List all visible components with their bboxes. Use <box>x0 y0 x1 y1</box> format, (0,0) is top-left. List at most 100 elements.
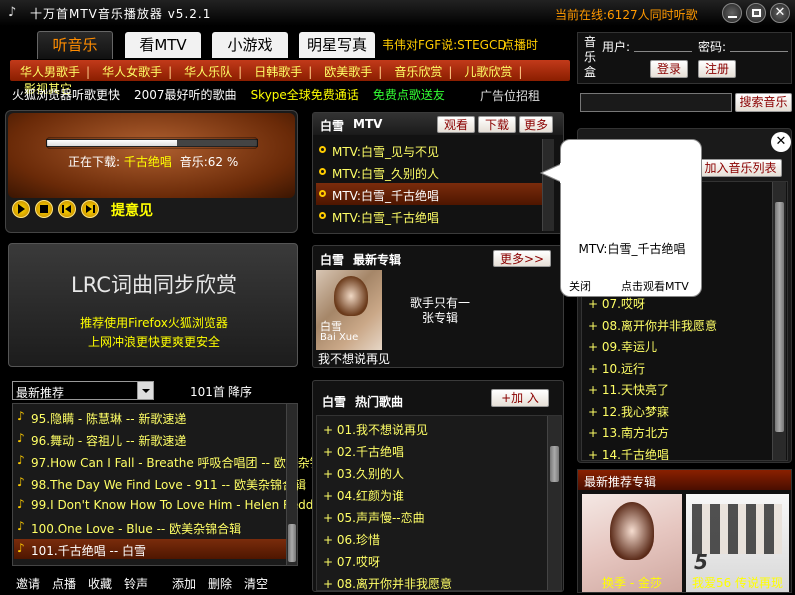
playlist-dropdown[interactable]: 最新推荐 <box>12 381 154 400</box>
mtv-row[interactable]: MTV:白雪_久别的人 <box>316 161 542 183</box>
password-field[interactable] <box>730 37 788 52</box>
category-item[interactable]: 日韩歌手 <box>254 63 302 80</box>
playlist-row[interactable]: ♪ 97.How Can I Fall - Breathe 呼吸合唱团 -- 欧美… <box>14 451 346 471</box>
album-label: 最新专辑 <box>353 253 402 267</box>
popup-close-link[interactable]: 关闭 <box>569 278 591 294</box>
recommend-album-2[interactable]: 5 我爱56 传说再现 <box>686 494 789 592</box>
right-list-row[interactable]: + 10.远行 <box>585 357 770 377</box>
register-button[interactable]: 注册 <box>698 60 736 78</box>
hot-singer: 白雪 <box>322 395 347 409</box>
hot-song-row[interactable]: + 08.离开你并非我愿意 <box>319 572 545 592</box>
play-button[interactable] <box>12 200 30 218</box>
category-item[interactable]: 华人男歌手 <box>20 63 80 80</box>
next-button[interactable] <box>81 200 99 218</box>
recommend-album-1[interactable]: 换季 - 金莎 <box>582 494 682 592</box>
mtv-row[interactable]: MTV:白雪_千古绝唱 <box>316 205 542 227</box>
feedback-link[interactable]: 提意见 <box>111 200 153 220</box>
tab-photos[interactable]: 明星写真 <box>299 32 375 58</box>
hot-song-row[interactable]: + 06.珍惜 <box>319 528 545 548</box>
username-field[interactable] <box>634 37 692 52</box>
hot-song-row[interactable]: + 03.久别的人 <box>319 462 545 482</box>
playlist-action-button[interactable]: 铃声 <box>124 575 148 592</box>
ticker-item[interactable]: 免费点歌送友 <box>373 86 445 103</box>
mtv-row[interactable]: MTV:白雪_千古绝唱 <box>316 183 542 205</box>
right-list-row[interactable]: + 12.我心梦寐 <box>585 400 770 420</box>
mtv-watch-button[interactable]: 观看 <box>437 116 475 133</box>
album-cover[interactable]: 白雪 Bai Xue <box>316 270 382 350</box>
right-list-row[interactable]: + 09.幸运儿 <box>585 335 770 355</box>
playlist-action-button[interactable]: 邀请 <box>16 575 40 592</box>
tab-mtv[interactable]: 看MTV <box>125 32 201 58</box>
category-item[interactable]: 音乐欣赏 <box>394 63 442 80</box>
right-list-row[interactable]: + 14.千古绝唱 <box>585 443 770 461</box>
mtv-row-text: MTV:白雪_千古绝唱 <box>332 211 439 225</box>
hot-song-row[interactable]: + 07.哎呀 <box>319 550 545 570</box>
playlist-action-button[interactable]: 收藏 <box>88 575 112 592</box>
hot-scroll-thumb[interactable] <box>550 446 559 482</box>
right-list-row[interactable]: + 11.天快亮了 <box>585 378 770 398</box>
hot-song-text: + 01.我不想说再见 <box>323 423 428 437</box>
album-name[interactable]: 我不想说再见 <box>318 350 390 367</box>
music-note-icon: ♪ <box>17 453 25 467</box>
ticker-item[interactable]: 2007最好听的歌曲 <box>134 86 237 103</box>
popup-watch-link[interactable]: 点击观看MTV <box>621 278 689 294</box>
search-music-button[interactable]: 搜索音乐 <box>735 93 792 112</box>
playlist-scroll-thumb[interactable] <box>288 524 296 562</box>
add-to-list-button[interactable]: 加入音乐列表 <box>699 159 782 177</box>
hot-song-row[interactable]: + 05.声声慢--恋曲 <box>319 506 545 526</box>
hot-song-row[interactable]: + 02.千古绝唱 <box>319 440 545 460</box>
maximize-button[interactable] <box>746 3 766 23</box>
playlist-row[interactable]: ♪ 99.I Don't Know How To Love Him - Helen… <box>14 495 321 515</box>
category-item[interactable]: 儿歌欣赏 <box>464 63 512 80</box>
playlist-row[interactable]: ♪ 98.The Day We Find Love - 911 -- 欧美杂锦合辑 <box>14 473 306 493</box>
close-button[interactable]: ✕ <box>770 3 790 23</box>
ad-label[interactable]: 广告位招租 <box>480 87 540 104</box>
playlist-action-button[interactable]: 删除 <box>208 575 232 592</box>
hot-scrollbar[interactable] <box>547 416 561 590</box>
right-panel-close-button[interactable]: ✕ <box>771 132 791 152</box>
category-item[interactable]: 欧美歌手 <box>324 63 372 80</box>
hot-add-button[interactable]: +加 入 <box>491 389 549 407</box>
hot-song-row[interactable]: + 01.我不想说再见 <box>319 418 545 438</box>
right-scrollbar[interactable] <box>772 182 786 460</box>
right-list-row[interactable]: + 13.南方北方 <box>585 421 770 441</box>
hot-song-row[interactable]: + 04.红颜为谁 <box>319 484 545 504</box>
mtv-more-button[interactable]: 更多 <box>519 116 553 133</box>
progress-knob[interactable] <box>46 137 258 149</box>
sort-order-toggle[interactable]: 降序 <box>228 383 252 400</box>
mtv-scrollbar[interactable] <box>542 139 554 231</box>
tab-music[interactable]: 听音乐 <box>37 31 113 59</box>
playlist-row[interactable]: ♪ 101.千古绝唱 -- 白雪 <box>14 539 286 559</box>
right-list-row[interactable]: + 08.离开你并非我愿意 <box>585 314 770 334</box>
music-note-icon: ♪ <box>17 475 25 489</box>
ticker-item[interactable]: 火狐浏览器听歌更快 <box>12 86 120 103</box>
previous-button[interactable] <box>58 200 76 218</box>
album-more-button[interactable]: 更多>> <box>493 250 551 267</box>
dropdown-arrow-button[interactable] <box>137 382 153 399</box>
mtv-download-button[interactable]: 下载 <box>478 116 516 133</box>
playlist-row[interactable]: ♪ 95.隐瞒 - 陈慧琳 -- 新歌速递 <box>14 407 286 427</box>
playlist-scrollbar[interactable] <box>286 404 297 565</box>
playlist-row[interactable]: ♪ 100.One Love - Blue -- 欧美杂锦合辑 <box>14 517 286 537</box>
category-item[interactable]: 华人乐队 <box>184 63 232 80</box>
playlist-box: ♪ 95.隐瞒 - 陈慧琳 -- 新歌速递 ♪ 96.舞动 - 容祖儿 -- 新歌速递… <box>12 403 346 566</box>
mtv-row[interactable]: MTV:白雪_见与不见 <box>316 139 542 161</box>
search-input[interactable] <box>580 93 732 112</box>
category-item[interactable]: 华人女歌手 <box>102 63 162 80</box>
category-divider: | <box>518 65 523 79</box>
minimize-button[interactable] <box>722 3 742 23</box>
password-label: 密码: <box>698 40 727 54</box>
playlist-action-button[interactable]: 添加 <box>172 575 196 592</box>
playlist-action-button[interactable]: 点播 <box>52 575 76 592</box>
right-scroll-thumb[interactable] <box>775 202 784 432</box>
right-list: + 07.哎呀 + 08.离开你并非我愿意 + 09.幸运儿 + 10.远行 + 11.… <box>585 292 770 460</box>
playlist-action-button[interactable]: 清空 <box>244 575 268 592</box>
mtv-preview-popup: MTV:白雪_千古绝唱 关闭 点击观看MTV <box>560 139 702 297</box>
tab-games[interactable]: 小游戏 <box>212 32 288 58</box>
login-button[interactable]: 登录 <box>650 60 688 78</box>
playlist-row[interactable]: ♪ 96.舞动 - 容祖儿 -- 新歌速递 <box>14 429 286 449</box>
ticker-item[interactable]: Skype全球免费通话 <box>251 86 359 103</box>
stop-button[interactable] <box>35 200 53 218</box>
mtv-row-text: MTV:白雪_见与不见 <box>332 145 439 159</box>
bullet-icon <box>319 190 326 197</box>
